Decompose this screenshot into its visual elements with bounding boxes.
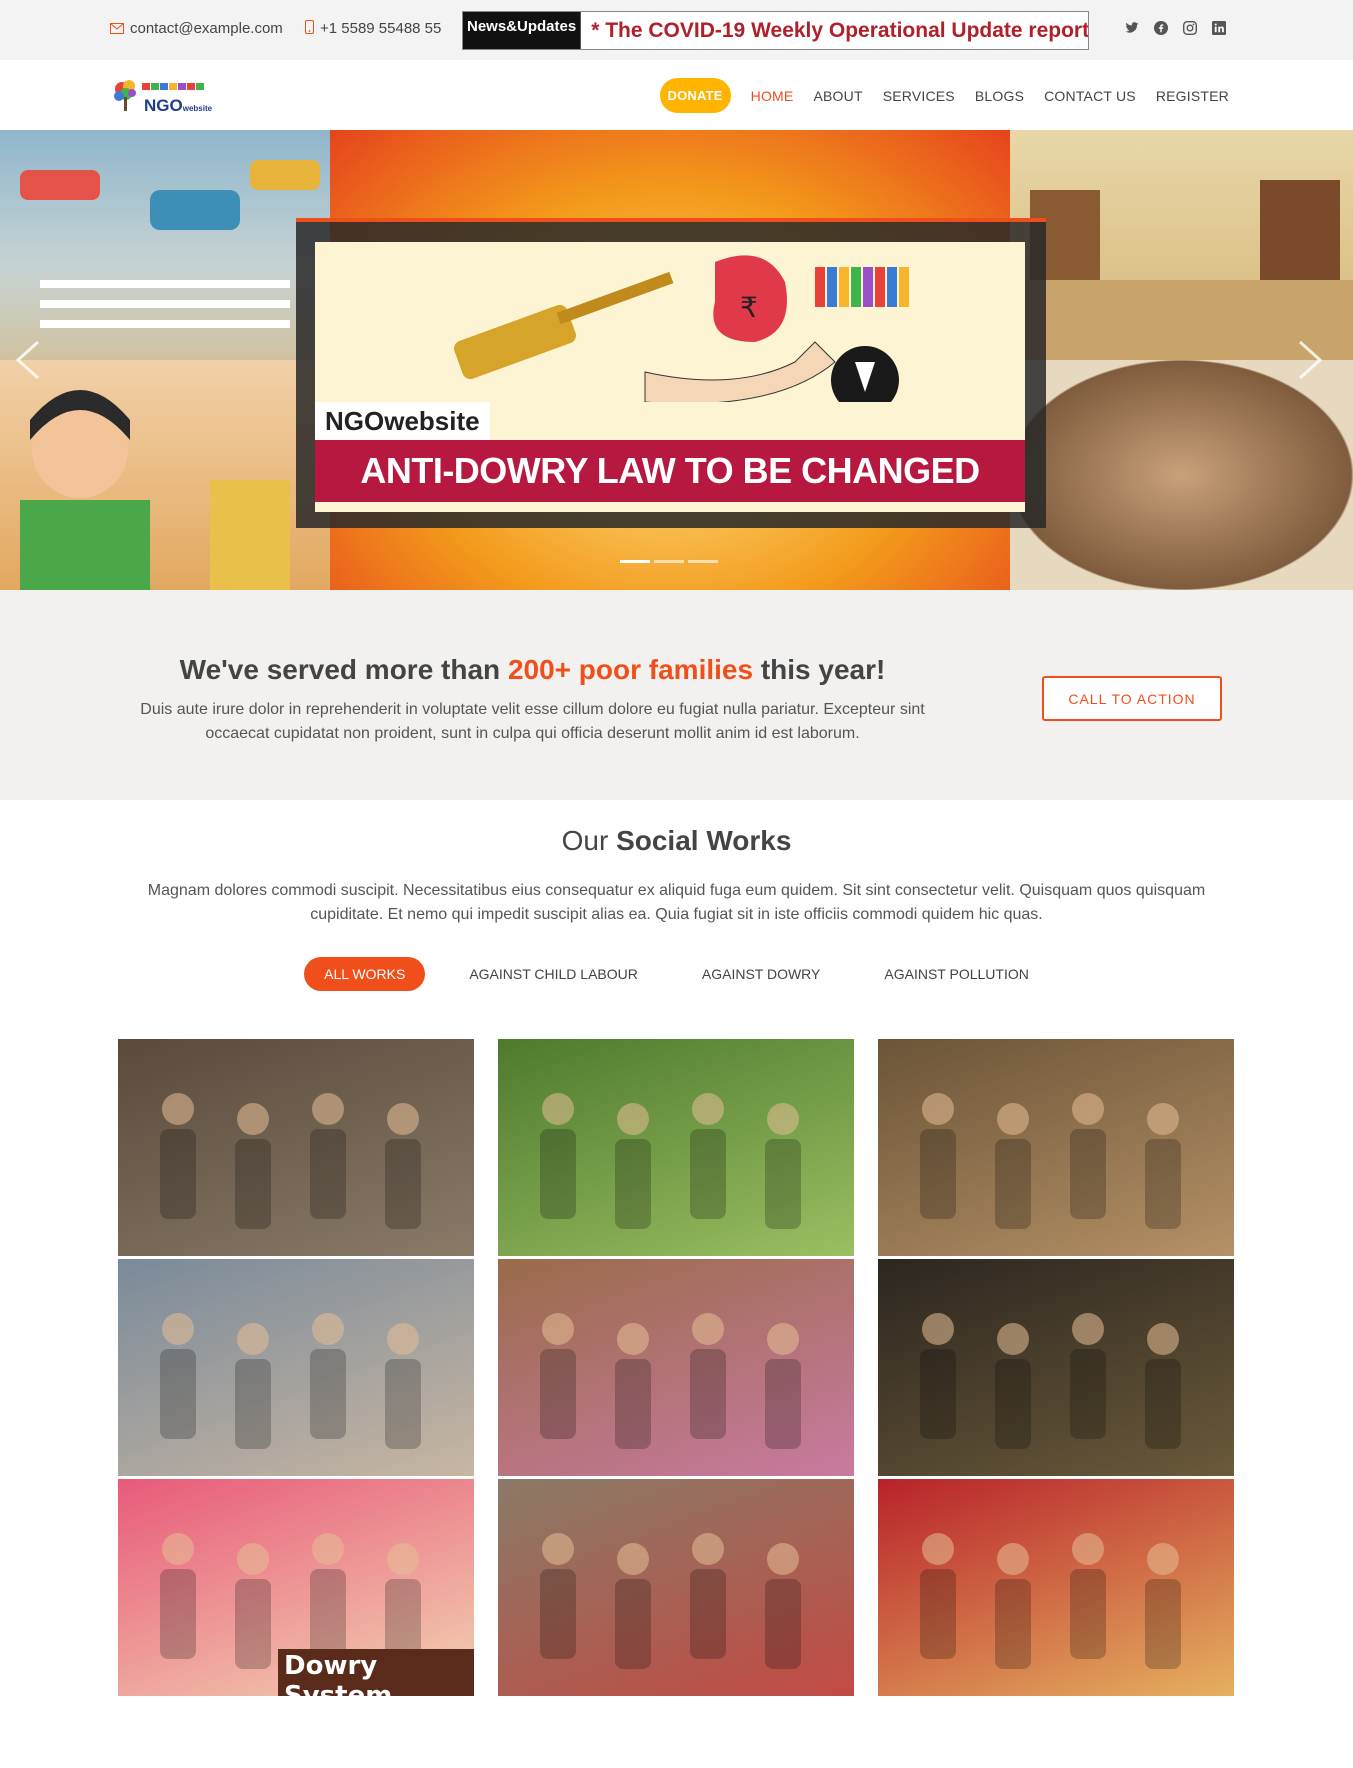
- nav-menu: DONATE HOME ABOUT SERVICES BLOGS CONTACT…: [659, 78, 1229, 113]
- filter-against-child-labour[interactable]: AGAINST CHILD LABOUR: [449, 957, 658, 991]
- donate-button[interactable]: DONATE: [659, 78, 731, 113]
- cta-section: We've served more than 200+ poor familie…: [0, 590, 1353, 800]
- slide-image[interactable]: ₹ NGOwebsite ANTI-DOWRY LAW TO BE CHANGE…: [315, 242, 1025, 512]
- call-to-action-button[interactable]: CALL TO ACTION: [1042, 676, 1222, 721]
- slide-brand-tag: NGOwebsite: [315, 402, 490, 441]
- instagram-icon[interactable]: [1182, 20, 1197, 35]
- linkedin-icon[interactable]: [1211, 20, 1226, 35]
- hero-background-village-meeting: [1010, 360, 1353, 590]
- carousel-next-arrow[interactable]: [1298, 340, 1324, 380]
- hero-carousel: ₹ NGOwebsite ANTI-DOWRY LAW TO BE CHANGE…: [0, 130, 1353, 590]
- cta-title-post: this year!: [753, 654, 886, 685]
- cta-title-pre: We've served more than: [179, 654, 508, 685]
- slide-content-box: ₹ NGOwebsite ANTI-DOWRY LAW TO BE CHANGE…: [296, 218, 1046, 528]
- email-text[interactable]: contact@example.com: [130, 20, 283, 37]
- carousel-prev-arrow[interactable]: [14, 340, 40, 380]
- phone-text[interactable]: +1 5589 55488 55: [320, 20, 441, 37]
- child-labour-workshop-photo[interactable]: [878, 1259, 1234, 1476]
- twitter-icon[interactable]: [1124, 20, 1139, 35]
- svg-text:₹: ₹: [740, 291, 758, 324]
- nav-item-blogs[interactable]: BLOGS: [975, 88, 1024, 104]
- filter-against-dowry[interactable]: AGAINST DOWRY: [682, 957, 841, 991]
- hero-background-street-scene: [0, 130, 330, 360]
- social-works-title: Our Social Works: [0, 825, 1353, 857]
- dowry-system-poster[interactable]: Dowry System: [118, 1479, 474, 1696]
- carousel-dot-3[interactable]: [688, 560, 718, 563]
- news-ticker[interactable]: News&Updates * The COVID-19 Weekly Opera…: [462, 11, 1089, 50]
- carousel-indicators: [620, 560, 718, 563]
- dowry-poster-caption: Dowry System: [278, 1649, 474, 1696]
- social-links: [1124, 20, 1226, 35]
- nav-item-services[interactable]: SERVICES: [883, 88, 955, 104]
- hero-background-village-road: [1010, 130, 1353, 360]
- nav-item-register[interactable]: REGISTER: [1156, 88, 1229, 104]
- top-bar: contact@example.com +1 5589 55488 55 New…: [0, 0, 1353, 60]
- works-title-pre: Our: [561, 825, 617, 856]
- nav-item-contact-us[interactable]: CONTACT US: [1044, 88, 1136, 104]
- phone-contact[interactable]: +1 5589 55488 55: [305, 20, 441, 37]
- news-text[interactable]: * The COVID-19 Weekly Operational Update…: [581, 19, 1088, 43]
- gavel-and-money-illustration: ₹: [454, 255, 909, 414]
- works-filter-tabs: ALL WORKS AGAINST CHILD LABOUR AGAINST D…: [0, 957, 1353, 991]
- cta-description: Duis aute irure dolor in reprehenderit i…: [140, 701, 925, 742]
- children-carrying-baskets-photo[interactable]: [878, 1039, 1234, 1256]
- news-label: News&Updates: [463, 12, 582, 49]
- logo-wordmark[interactable]: NGOwebsite: [144, 96, 212, 116]
- hero-background-women-illustration: [0, 360, 330, 590]
- carousel-dot-1[interactable]: [620, 560, 650, 563]
- envelope-icon: [110, 21, 124, 37]
- tree-planting-photo[interactable]: [498, 1039, 854, 1256]
- logo-text: NGO: [144, 96, 183, 115]
- works-title-bold: Social Works: [616, 825, 792, 856]
- cta-title-highlight: 200+ poor families: [507, 654, 754, 685]
- phone-icon: [305, 20, 314, 37]
- cta-title: We've served more than 200+ poor familie…: [110, 654, 955, 686]
- main-navbar: NGOwebsite DONATE HOME ABOUT SERVICES BL…: [0, 60, 1353, 130]
- facebook-icon[interactable]: [1153, 20, 1168, 35]
- cleanup-drive-photo[interactable]: [498, 1259, 854, 1476]
- nav-item-about[interactable]: ABOUT: [813, 88, 862, 104]
- nav-item-home[interactable]: HOME: [751, 88, 794, 104]
- filter-against-pollution[interactable]: AGAINST POLLUTION: [864, 957, 1048, 991]
- mass-wedding-photo[interactable]: [878, 1479, 1234, 1696]
- child-labour-photo-1[interactable]: [118, 1039, 474, 1256]
- email-contact[interactable]: contact@example.com: [110, 20, 283, 37]
- slide-headline: ANTI-DOWRY LAW TO BE CHANGED: [315, 440, 1025, 502]
- community-meeting-photo[interactable]: [118, 1259, 474, 1476]
- carousel-dot-2[interactable]: [654, 560, 684, 563]
- filter-all-works[interactable]: ALL WORKS: [304, 957, 426, 991]
- logo-suffix: website: [182, 104, 213, 113]
- social-works-description: Magnam dolores commodi suscipit. Necessi…: [147, 882, 1206, 923]
- sweeping-drive-photo[interactable]: [498, 1479, 854, 1696]
